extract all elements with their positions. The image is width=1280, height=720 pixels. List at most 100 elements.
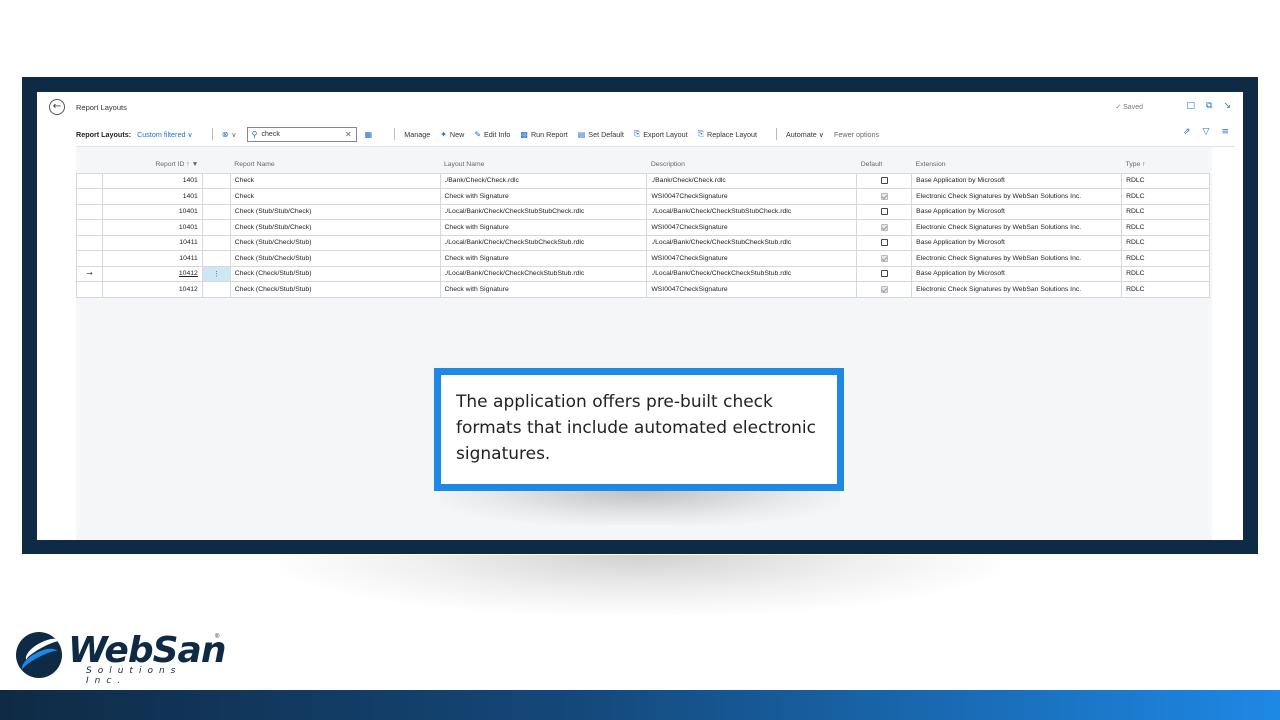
table-row[interactable]: 10412 Check (Check/Stub/Stub) Check with S… <box>76 281 1210 298</box>
view-filter-dropdown[interactable]: Custom filtered ∨ <box>137 130 193 139</box>
export-layout-button[interactable]: ⎘ Export Layout <box>634 129 688 139</box>
cell-report-name: Check (Stub/Check/Stub) <box>229 250 441 267</box>
cell-default <box>856 250 913 267</box>
bookmark-icon[interactable]: □ <box>1187 101 1196 111</box>
table-row[interactable]: 1401 Check ./Bank/Check/Check.rdlc ./Bank/C… <box>76 172 1210 189</box>
header-default[interactable]: Default <box>857 157 912 173</box>
header-layout-name[interactable]: Layout Name <box>440 157 647 173</box>
row-marker <box>76 250 103 267</box>
frame-shadow <box>280 555 1000 615</box>
logo-wordmark: WebSan <box>68 630 226 671</box>
default-checkbox[interactable] <box>880 223 888 231</box>
menu-icon[interactable]: ≡ <box>1221 127 1229 137</box>
replace-layout-label: Replace Layout <box>707 129 757 139</box>
set-default-button[interactable]: ▤ Set Default <box>578 130 624 139</box>
table-row[interactable]: 10411 Check (Stub/Check/Stub) Check with S… <box>76 250 1210 267</box>
header-report-name[interactable]: Report Name <box>230 157 440 173</box>
run-report-button[interactable]: ▩ Run Report <box>520 130 567 139</box>
row-menu-icon[interactable]: ⋮ <box>201 265 231 282</box>
default-checkbox[interactable] <box>880 239 888 247</box>
divider <box>211 128 213 140</box>
list-title: Report Layouts: <box>76 129 132 139</box>
cell-report-id[interactable]: 10412 <box>101 265 203 282</box>
search-input[interactable]: ⚲ check ✕ <box>246 126 357 142</box>
replace-icon: ⎘ <box>697 129 705 138</box>
row-marker <box>76 234 103 251</box>
report-icon: ▩ <box>520 129 528 139</box>
edit-info-button[interactable]: ✎ Edit Info <box>474 130 510 139</box>
cell-extension: Electronic Check Signatures by WebSan So… <box>911 250 1123 267</box>
cell-report-id[interactable]: 10412 <box>101 281 203 298</box>
cell-actions[interactable] <box>201 203 231 220</box>
default-checkbox[interactable] <box>880 192 888 200</box>
header-icons: □ ⧉ ↘ <box>1187 101 1232 111</box>
cell-layout-name: ./Local/Bank/Check/CheckStubCheckStub.rd… <box>439 234 648 251</box>
manage-button[interactable]: Manage <box>404 130 430 139</box>
table-row[interactable]: 10401 Check (Stub/Stub/Check) Check with S… <box>76 219 1210 236</box>
set-default-label: Set Default <box>588 129 624 139</box>
cell-report-name: Check (Stub/Stub/Check) <box>229 219 441 236</box>
cell-actions[interactable] <box>201 188 231 205</box>
header-actions <box>202 157 230 173</box>
cell-default <box>856 234 913 251</box>
table-row[interactable]: 10401 Check (Stub/Stub/Check) ./Local/Bank… <box>76 203 1210 220</box>
cell-report-name: Check (Stub/Stub/Check) <box>229 203 441 220</box>
edit-info-label: Edit Info <box>484 129 511 139</box>
cell-description: ./Local/Bank/Check/CheckCheckStubStub.rd… <box>646 265 858 282</box>
cell-report-id[interactable]: 10401 <box>101 219 203 236</box>
header-type[interactable]: Type ↑ <box>1122 157 1210 173</box>
filter-icon[interactable]: ▽ <box>1203 127 1210 137</box>
divider <box>394 128 396 140</box>
automate-dropdown[interactable]: Automate ∨ <box>786 130 824 139</box>
cell-type: RDLC <box>1121 172 1210 189</box>
cell-default <box>856 265 913 282</box>
fewer-options-button[interactable]: Fewer options <box>834 130 879 139</box>
footer-band <box>0 690 1280 720</box>
search-value: check <box>261 130 280 138</box>
edit-list-button[interactable]: ▦ <box>365 130 376 139</box>
cell-report-id[interactable]: 10401 <box>101 203 203 220</box>
cell-report-id[interactable]: 1401 <box>101 172 203 189</box>
default-checkbox[interactable] <box>880 254 888 262</box>
header-extension[interactable]: Extension <box>912 157 1122 173</box>
default-checkbox[interactable] <box>880 208 888 216</box>
cell-actions[interactable] <box>201 172 231 189</box>
cell-actions[interactable] <box>201 219 231 236</box>
cell-description: ./Local/Bank/Check/CheckStubCheckStub.rd… <box>646 234 858 251</box>
cell-report-id[interactable]: 10411 <box>101 234 203 251</box>
header-marker <box>77 157 103 173</box>
cell-report-id[interactable]: 10411 <box>101 250 203 267</box>
export-layout-label: Export Layout <box>643 129 688 139</box>
cell-report-name: Check (Stub/Check/Stub) <box>229 234 441 251</box>
cell-actions[interactable] <box>201 250 231 267</box>
new-icon: ✦ <box>440 129 447 139</box>
divider <box>775 128 777 140</box>
default-checkbox[interactable] <box>880 270 888 278</box>
cell-layout-name: Check with Signature <box>439 219 648 236</box>
clear-search-icon[interactable]: ✕ <box>345 130 352 139</box>
new-button[interactable]: ✦ New <box>440 130 464 139</box>
cell-default <box>856 172 913 189</box>
cell-report-id[interactable]: 1401 <box>101 188 203 205</box>
default-checkbox[interactable] <box>880 285 888 293</box>
cell-actions[interactable] <box>201 281 231 298</box>
table-row[interactable]: 1401 Check Check with Signature WSI0047Chec… <box>76 188 1210 205</box>
header-report-id[interactable]: Report ID ↑ ▼ <box>102 157 202 173</box>
collapse-icon[interactable]: ↘ <box>1223 101 1231 111</box>
share-icon[interactable]: ⇗ <box>1183 127 1191 137</box>
cell-default <box>856 203 913 220</box>
cell-default <box>856 219 913 236</box>
search-icon: ⚲ <box>251 129 258 139</box>
cell-actions[interactable] <box>201 234 231 251</box>
table-row[interactable]: → 10412 ⋮ Check (Check/Stub/Stub) ./Local/Ba… <box>76 265 1210 282</box>
default-checkbox[interactable] <box>880 177 888 185</box>
table-row[interactable]: 10411 Check (Stub/Check/Stub) ./Local/Bank… <box>76 234 1210 251</box>
header-description[interactable]: Description <box>647 157 857 173</box>
open-new-window-icon[interactable]: ⧉ <box>1206 101 1212 111</box>
back-arrow-icon[interactable]: ← <box>49 99 65 115</box>
filter-toggle-button[interactable]: ⊗ ∨ <box>222 130 237 139</box>
replace-layout-button[interactable]: ⎘ Replace Layout <box>698 129 757 139</box>
row-marker <box>76 172 103 189</box>
cell-description: WSI0047CheckSignature <box>646 250 858 267</box>
cell-type: RDLC <box>1121 219 1210 236</box>
